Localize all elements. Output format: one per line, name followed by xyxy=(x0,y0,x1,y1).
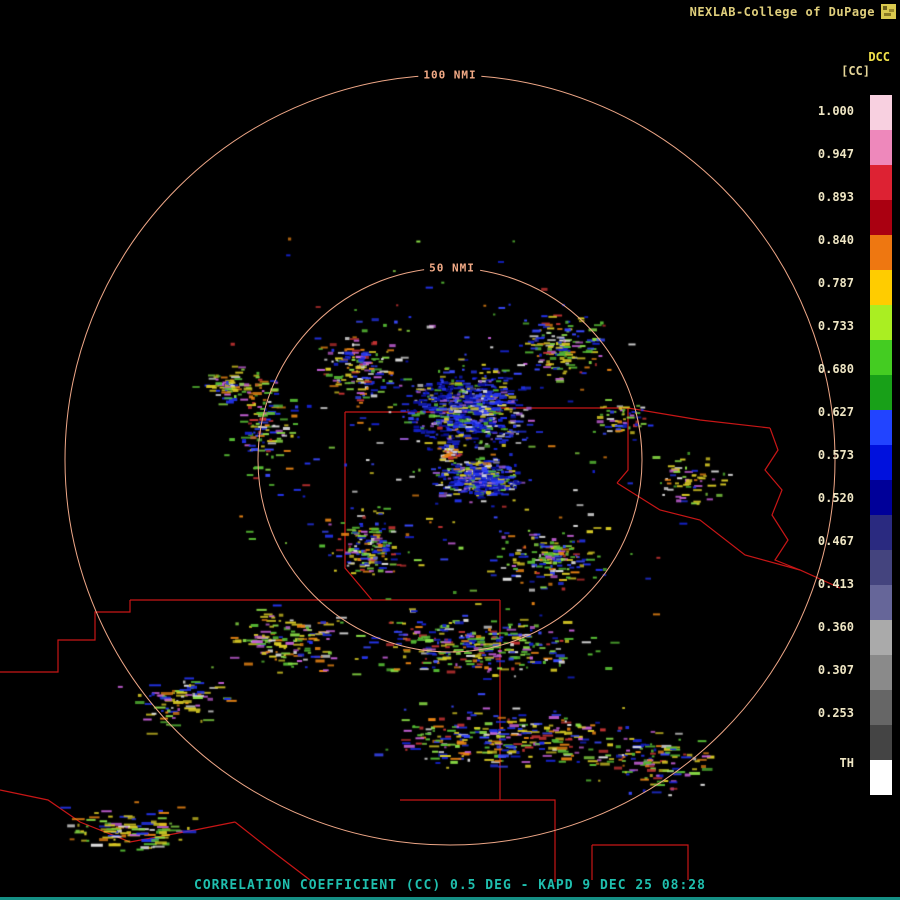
range-rings xyxy=(0,0,900,900)
colorbar-segment xyxy=(870,130,892,165)
colorbar-segment xyxy=(870,585,892,620)
colorbar-segment xyxy=(870,235,892,270)
range-ring-100nmi xyxy=(65,75,835,845)
colorbar-segment xyxy=(870,200,892,235)
colorbar-segment xyxy=(870,270,892,305)
colorbar-segment xyxy=(870,620,892,655)
product-status-text: CORRELATION COEFFICIENT (CC) 0.5 DEG - K… xyxy=(194,878,706,893)
legend-title: DCC xyxy=(868,50,890,64)
range-ring-label-100nmi: 100 NMI xyxy=(418,69,481,82)
radar-display: 100 NMI 50 NMI NEXLAB-College of DuPage … xyxy=(0,0,900,900)
colorbar-segment xyxy=(870,515,892,550)
colorbar-segment xyxy=(870,760,892,795)
colorbar-segment xyxy=(870,340,892,375)
legend-colorbar xyxy=(870,95,892,795)
page-title: NEXLAB-College of DuPage xyxy=(690,5,875,19)
colorbar-segment xyxy=(870,445,892,480)
colorbar-segment xyxy=(870,725,892,760)
colorbar-segment xyxy=(870,375,892,410)
legend-units-label: [CC] xyxy=(841,64,870,78)
range-ring-50nmi xyxy=(258,268,642,652)
colorbar-segment xyxy=(870,480,892,515)
header-bar: NEXLAB-College of DuPage xyxy=(690,4,896,19)
colorbar-segment xyxy=(870,410,892,445)
colorbar-segment xyxy=(870,690,892,725)
colorbar-segment xyxy=(870,550,892,585)
range-ring-label-50nmi: 50 NMI xyxy=(424,262,480,275)
colorbar-segment xyxy=(870,655,892,690)
colorbar-segment xyxy=(870,165,892,200)
legend-threshold-label: TH xyxy=(840,756,854,770)
nexlab-logo-icon xyxy=(881,4,896,19)
colorbar-segment xyxy=(870,305,892,340)
status-bar: CORRELATION COEFFICIENT (CC) 0.5 DEG - K… xyxy=(0,878,900,893)
colorbar-segment xyxy=(870,95,892,130)
